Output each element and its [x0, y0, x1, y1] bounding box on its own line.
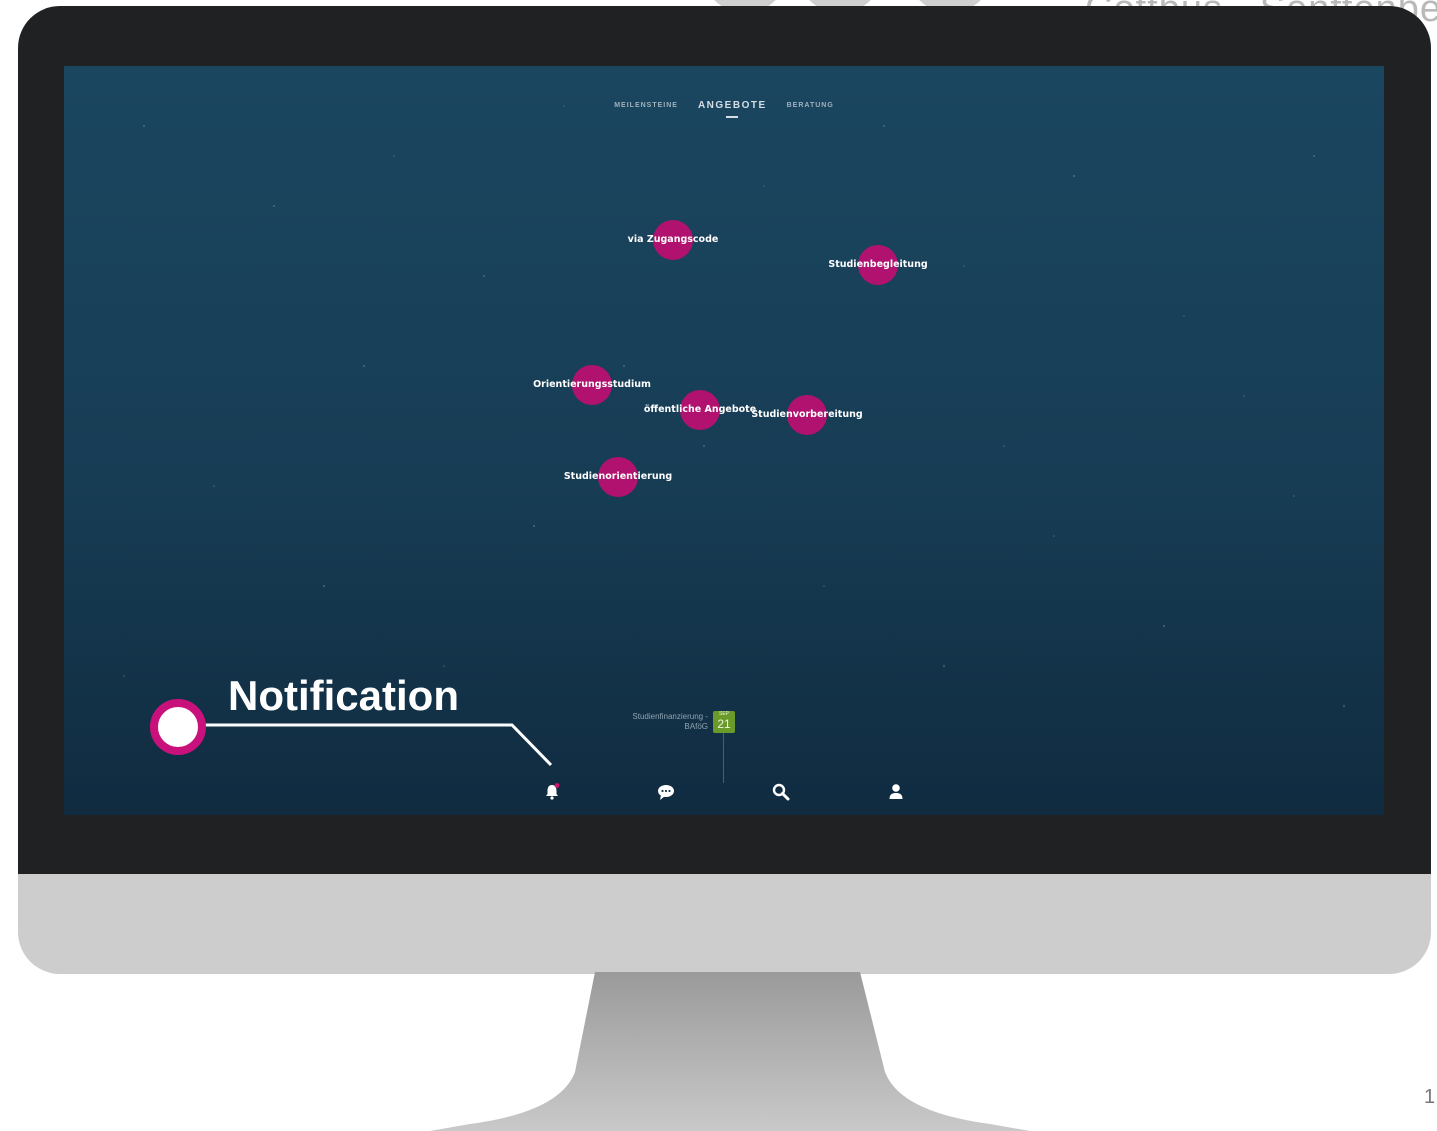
event-label-line2: BAföG [684, 722, 708, 731]
event-date-badge[interactable]: SEP 21 [713, 711, 735, 733]
page-number: 1 [1424, 1086, 1436, 1108]
timeline-event-label[interactable]: Studienfinanzierung - BAföG [604, 712, 708, 732]
monitor-chin [18, 874, 1431, 974]
node-label: Studienvorbereitung [751, 409, 863, 420]
node-label: Studienorientierung [563, 471, 673, 482]
bell-icon[interactable] [542, 782, 562, 802]
callout-title: Notification [228, 672, 459, 719]
callout-marker [150, 699, 206, 755]
bottom-navigation [64, 776, 1384, 806]
tab-meilensteine[interactable]: MEILENSTEINE [614, 102, 678, 109]
node-label: öffentliche Angebote [643, 404, 757, 415]
tab-angebote[interactable]: ANGEBOTE [698, 100, 767, 118]
chat-icon[interactable] [656, 782, 676, 802]
node-label: via Zugangscode [627, 234, 719, 245]
node-label: Studienbegleitung [828, 259, 928, 270]
search-icon[interactable] [771, 782, 791, 802]
tab-beratung[interactable]: BERATUNG [787, 102, 834, 109]
event-day: 21 [717, 717, 731, 731]
tab-bar: MEILENSTEINE ANGEBOTE BERATUNG [64, 100, 1384, 118]
user-icon[interactable] [886, 782, 906, 802]
node-label: Orientierungsstudium [533, 379, 651, 390]
event-label-line1: Studienfinanzierung - [632, 712, 708, 721]
monitor-stand [430, 972, 1030, 1131]
